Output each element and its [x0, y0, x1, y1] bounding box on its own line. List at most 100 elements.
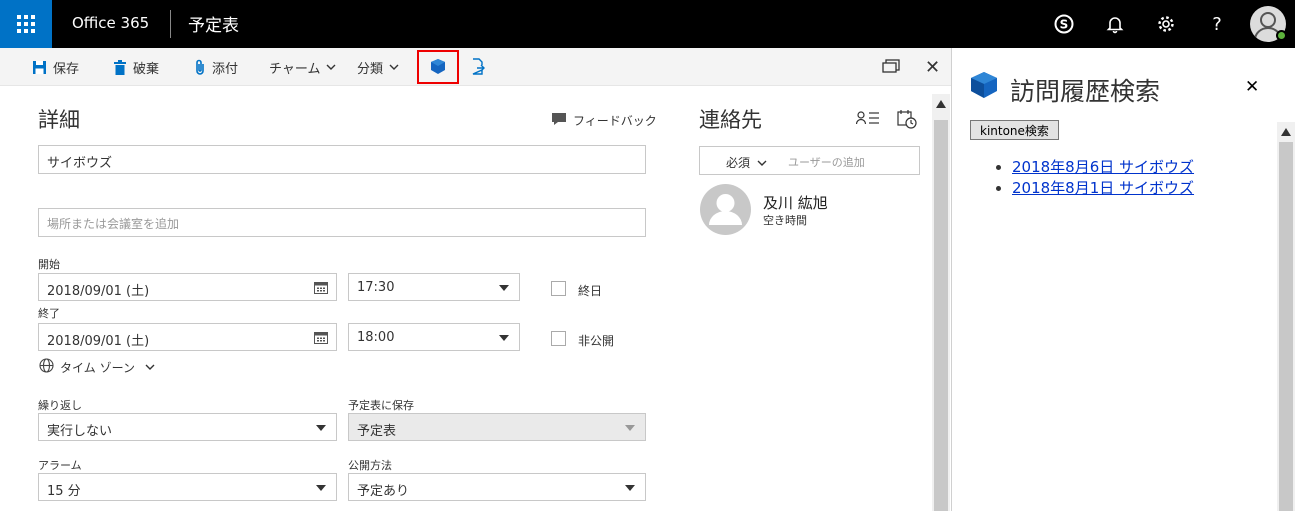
save-to-select: 予定表 [348, 413, 646, 441]
calendar-icon[interactable] [314, 331, 328, 348]
end-label: 終了 [38, 307, 60, 320]
app-launcher-button[interactable] [0, 0, 52, 48]
top-bar: Office 365 予定表 S ? [0, 0, 1295, 48]
calendar-clock-icon [897, 109, 917, 133]
save-button[interactable]: 保存 [32, 58, 79, 77]
caret-down-icon [625, 425, 635, 431]
gear-icon[interactable] [1154, 12, 1178, 36]
end-time-select[interactable]: 18:00 [348, 323, 520, 351]
waffle-icon [17, 15, 35, 33]
attendee-name[interactable]: 及川 紘旭 [763, 192, 828, 213]
charm-dropdown[interactable]: チャーム [269, 58, 336, 77]
addin-panel: 訪問履歴検索 ✕ kintone検索 2018年8月6日 サイボウズ 2018年… [952, 48, 1295, 511]
skype-icon[interactable]: S [1052, 12, 1076, 36]
result-link[interactable]: 2018年8月6日 サイボウズ [1012, 158, 1194, 176]
alarm-value: 15 分 [47, 484, 81, 499]
save-to-value: 予定表 [357, 424, 397, 439]
paperclip-icon [194, 59, 206, 76]
start-date-input[interactable]: 2018/09/01 (土) [38, 273, 337, 301]
topbar-separator [170, 10, 171, 38]
discard-label: 破棄 [133, 62, 160, 77]
app-title[interactable]: 予定表 [188, 11, 239, 36]
attendee-avatar[interactable] [700, 184, 751, 235]
bell-icon[interactable] [1103, 12, 1127, 36]
scroll-up-arrow-icon[interactable] [936, 100, 946, 108]
repeat-select[interactable]: 実行しない [38, 413, 337, 441]
caret-down-icon [625, 485, 635, 491]
command-bar: 保存 破棄 添付 チャーム 分類 ✕ [0, 48, 952, 86]
allday-label: 終日 [578, 284, 603, 298]
private-checkbox[interactable] [551, 331, 566, 346]
presence-indicator [1276, 30, 1287, 41]
page-arrow-icon [471, 58, 485, 79]
globe-icon [39, 358, 54, 376]
start-label: 開始 [38, 258, 60, 271]
chevron-down-icon [757, 160, 767, 166]
attach-button[interactable]: 添付 [194, 58, 238, 77]
show-as-label: 公開方法 [348, 459, 392, 472]
close-compose-button[interactable]: ✕ [925, 57, 940, 78]
contacts-heading: 連絡先 [699, 108, 762, 132]
categorize-dropdown[interactable]: 分類 [357, 58, 399, 77]
popout-button[interactable] [882, 59, 900, 77]
help-icon[interactable]: ? [1205, 12, 1229, 36]
alarm-label: アラーム [38, 459, 82, 472]
save-to-label: 予定表に保存 [348, 399, 414, 412]
kintone-logo-icon [970, 72, 998, 102]
charm-label: チャーム [269, 62, 321, 77]
addin-close-button[interactable]: ✕ [1245, 77, 1259, 97]
location-input[interactable]: 場所または会議室を追加 [38, 208, 646, 237]
save-label: 保存 [53, 62, 80, 77]
attendees-input[interactable]: 必須 ユーザーの追加 [699, 146, 920, 175]
caret-down-icon [499, 335, 509, 341]
calendar-icon[interactable] [314, 281, 328, 298]
start-time-select[interactable]: 17:30 [348, 273, 520, 301]
caret-down-icon [316, 485, 326, 491]
private-label: 非公開 [578, 334, 615, 348]
result-list: 2018年8月6日 サイボウズ 2018年8月1日 サイボウズ [1012, 156, 1194, 198]
addin-title: 訪問履歴検索 [1010, 77, 1161, 106]
attach-label: 添付 [212, 62, 239, 77]
show-as-value: 予定あり [357, 484, 410, 499]
start-time-value: 17:30 [357, 280, 395, 295]
allday-checkbox[interactable] [551, 281, 566, 296]
scroll-up-arrow-icon[interactable] [1281, 128, 1291, 136]
addin-scrollbar[interactable] [1277, 122, 1295, 511]
repeat-value: 実行しない [47, 424, 113, 439]
result-link[interactable]: 2018年8月1日 サイボウズ [1012, 179, 1194, 197]
timezone-toggle[interactable]: タイム ゾーン [39, 358, 155, 376]
details-heading: 詳細 [38, 108, 80, 132]
main-scrollbar[interactable] [932, 94, 950, 511]
show-as-select[interactable]: 予定あり [348, 473, 646, 501]
repeat-label: 繰り返し [38, 399, 82, 412]
caret-down-icon [499, 285, 509, 291]
address-book-button[interactable] [855, 110, 880, 130]
floppy-disk-icon [32, 60, 47, 75]
chevron-down-icon [389, 60, 399, 75]
attendee-status: 空き時間 [763, 214, 807, 227]
scrollbar-thumb[interactable] [934, 120, 948, 511]
brand-label[interactable]: Office 365 [72, 14, 149, 32]
scrollbar-thumb[interactable] [1279, 142, 1293, 511]
feedback-link[interactable]: フィードバック [551, 112, 657, 129]
person-list-icon [855, 110, 880, 130]
addin-page-button[interactable] [471, 58, 485, 79]
kintone-button-highlight [417, 50, 459, 84]
list-item: 2018年8月1日 サイボウズ [1012, 177, 1194, 198]
end-date-input[interactable]: 2018/09/01 (土) [38, 323, 337, 351]
trash-icon [113, 60, 127, 75]
required-dropdown[interactable]: 必須 [726, 154, 767, 171]
close-icon: ✕ [1245, 77, 1260, 97]
start-date-value: 2018/09/01 (土) [47, 284, 150, 299]
discard-button[interactable]: 破棄 [113, 58, 159, 77]
svg-text:S: S [1060, 18, 1069, 32]
list-item: 2018年8月6日 サイボウズ [1012, 156, 1194, 177]
end-time-value: 18:00 [357, 330, 395, 345]
categorize-label: 分類 [357, 62, 384, 77]
alarm-select[interactable]: 15 分 [38, 473, 337, 501]
chevron-down-icon [326, 60, 336, 75]
required-label: 必須 [726, 156, 751, 170]
scheduling-assistant-button[interactable] [897, 109, 917, 133]
subject-input[interactable]: サイボウズ [38, 145, 646, 174]
kintone-search-button[interactable]: kintone検索 [970, 120, 1059, 140]
